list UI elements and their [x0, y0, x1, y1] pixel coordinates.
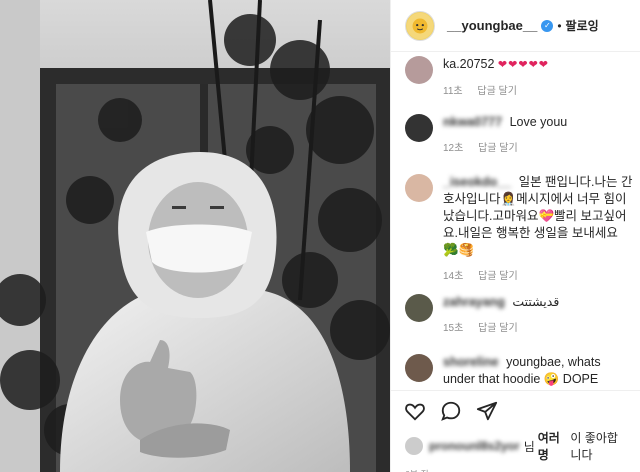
likes-suffix-2: 이 좋아합니다 — [570, 431, 618, 462]
following-button[interactable]: 팔로잉 — [566, 17, 599, 34]
commenter-username[interactable]: zahrayang — [443, 295, 505, 309]
post-photo[interactable] — [0, 0, 390, 472]
liker-avatar[interactable] — [405, 437, 423, 455]
commenter-avatar[interactable] — [405, 174, 433, 202]
comment-meta: 12초 답글 달기 — [443, 139, 633, 154]
comment-time: 12초 — [443, 143, 464, 154]
author-username[interactable]: __youngbae__ — [447, 18, 537, 33]
commenter-username[interactable]: nkwa0777 — [443, 115, 502, 129]
share-paper-plane-icon[interactable] — [475, 399, 499, 423]
comment-text: قديشتتت — [512, 295, 560, 309]
comment-meta: 11초 답글 달기 — [443, 82, 633, 97]
comment-bubble-icon[interactable] — [439, 399, 463, 423]
action-icons-row — [391, 391, 640, 423]
reply-button[interactable]: 답글 달기 — [478, 271, 518, 282]
commenter-avatar[interactable] — [405, 354, 433, 382]
comment-item: shoreline youngbae, whats under that hoo… — [405, 354, 637, 388]
liker-username[interactable]: pronounl8s2yor — [429, 439, 520, 453]
hearts-emoji: ❤❤❤❤❤ — [497, 59, 550, 71]
likes-summary: pronounl8s2yor 님 여러 명 이 좋아합니다 — [391, 423, 640, 463]
comment-text: Love youu — [509, 115, 568, 129]
post-actions: pronounl8s2yor 님 여러 명 이 좋아합니다 6분 전 — [391, 390, 640, 472]
comment-time: 11초 — [443, 86, 463, 97]
likes-others-link[interactable]: 여러 명 — [538, 429, 568, 463]
comments-list[interactable]: ka.20752 ❤❤❤❤❤ 11초 답글 달기 nkwa0777 Love y… — [391, 52, 640, 390]
comment-item: ka.20752 ❤❤❤❤❤ 11초 답글 달기 — [405, 56, 637, 97]
reply-button[interactable]: 답글 달기 — [478, 323, 518, 334]
commenter-avatar[interactable] — [405, 114, 433, 142]
comment-time: 14초 — [443, 271, 464, 282]
reply-button[interactable]: 답글 달기 — [477, 86, 517, 97]
comment-text: ka.20752 — [443, 57, 495, 71]
comment-meta: 15초 답글 달기 — [443, 319, 633, 334]
commenter-avatar[interactable] — [405, 56, 433, 84]
comment-item: zahrayang قديشتتت 15초 답글 달기 — [405, 294, 637, 334]
likes-suffix-1: 님 — [523, 439, 535, 454]
instagram-post-modal: __youngbae__ ✓ • 팔로잉 ka.20752 ❤❤❤❤❤ 11초 … — [0, 0, 640, 472]
comment-time: 15초 — [443, 323, 464, 334]
comment-item: nkwa0777 Love youu 12초 답글 달기 — [405, 114, 637, 154]
commenter-username[interactable]: _iseokdo__ — [443, 175, 511, 189]
post-side-panel: __youngbae__ ✓ • 팔로잉 ka.20752 ❤❤❤❤❤ 11초 … — [390, 0, 640, 472]
comment-item: _iseokdo__ 일본 팬입니다.나는 간호사입니다👩‍⚕️메시지에서 너무… — [405, 174, 637, 282]
commenter-username[interactable]: shoreline — [443, 355, 499, 369]
post-time-ago: 6분 전 — [391, 463, 640, 472]
reply-button[interactable]: 답글 달기 — [478, 143, 518, 154]
post-header: __youngbae__ ✓ • 팔로잉 — [391, 0, 640, 52]
separator-dot: • — [557, 18, 562, 33]
verified-badge-icon: ✓ — [541, 19, 554, 32]
sun-avatar-icon — [406, 12, 434, 39]
heart-outline-icon[interactable] — [403, 399, 427, 423]
comment-meta: 14초 답글 달기 — [443, 267, 633, 282]
photo-illustration — [0, 0, 390, 472]
author-avatar[interactable] — [405, 10, 435, 41]
commenter-avatar[interactable] — [405, 294, 433, 322]
